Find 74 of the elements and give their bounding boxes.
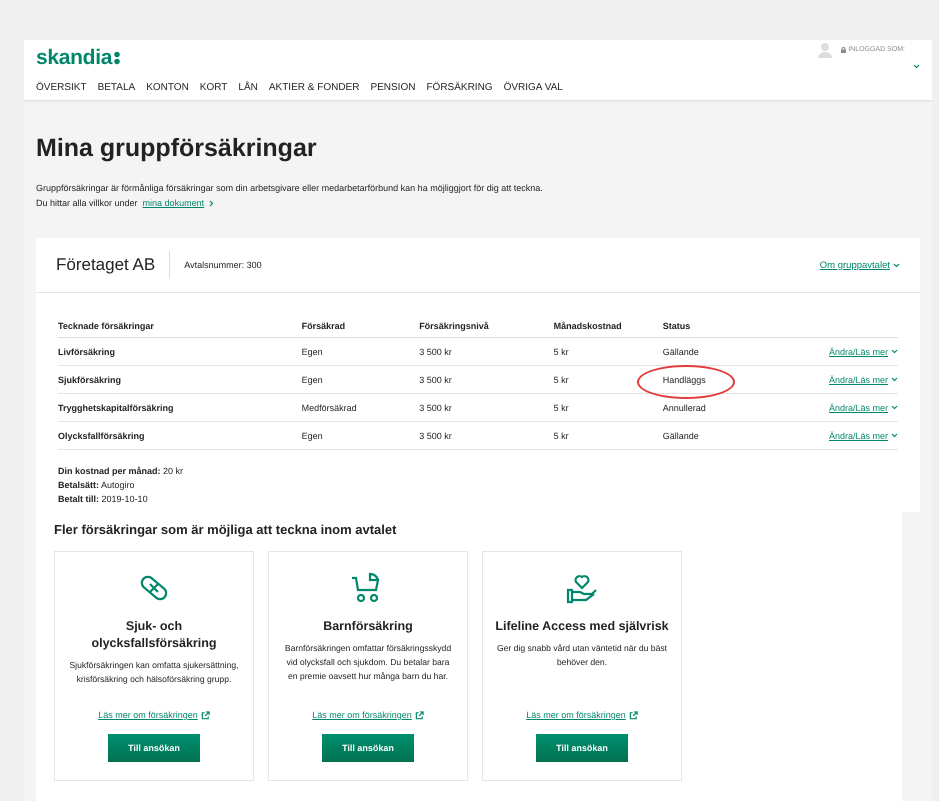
status-text: Gällande [662,430,699,440]
table-cell: 5 kr [554,422,663,450]
summary-line: Betalt till: 2019-10-10 [58,493,149,506]
external-link-icon [200,710,210,720]
lock-icon [841,46,846,52]
status-text: Gällande [662,346,699,356]
read-more-link[interactable]: Läs mer om försäkringen [98,710,210,720]
edit-read-more-link[interactable]: Ändra/Läs mer [828,402,898,412]
skandia-logo[interactable]: skandia [36,46,120,70]
nav-link[interactable]: FÖRSÄKRING [426,82,493,94]
insurance-title: Lifeline Access med självrisk [495,618,669,635]
nav-link[interactable]: PENSION [370,82,416,94]
nav-link[interactable]: AKTIER & FONDER [268,82,360,94]
summary-line: Din kostnad per månad: 20 kr [58,465,184,478]
column-header: Status [662,315,798,338]
summary-line: Betalsätt: Autogiro [58,479,136,492]
apply-button[interactable]: Till ansökan [536,734,628,762]
chevron-down-icon [891,433,898,438]
dropdown-chevron-icon [913,64,920,69]
intro-text: Du hittar alla villkor under [36,198,138,208]
apply-button[interactable]: Till ansökan [108,734,200,762]
column-header: Tecknade försäkringar [58,315,302,338]
table-cell: 5 kr [554,366,663,394]
external-link-icon [628,710,638,720]
table-cell: Medförsäkrad [302,394,420,422]
nav-link[interactable]: KORT [200,82,228,94]
table-cell: Livförsäkring [58,338,302,366]
table-cell: 5 kr [554,394,663,422]
status-text: Annullerad [662,402,706,412]
nav-link[interactable]: ÖVRIGA VAL [504,82,563,94]
chevron-down-icon [891,377,898,382]
apply-button[interactable]: Till ansökan [322,734,414,762]
table-cell: 5 kr [554,338,663,366]
column-header: Försäkringsnivå [419,315,554,338]
chevron-down-icon [891,349,898,354]
table-cell: Egen [302,338,420,366]
nav-link[interactable]: BETALA [98,82,136,94]
edit-read-more-link[interactable]: Ändra/Läs mer [828,374,898,384]
read-more-link[interactable]: Läs mer om försäkringen [526,710,638,720]
table-cell: 3 500 kr [419,422,554,450]
table-cell: 3 500 kr [419,366,554,394]
table-cell: Egen [302,422,420,450]
insurance-description: Barnförsäkringen omfattar försäkringsskydd vid olycksfall och sjukdom. Du betalar bara en premie oavsett hur många barn du har. [284,642,452,683]
table-cell: 3 500 kr [419,338,554,366]
section-title: Fler försäkringar som är möjliga att teckna inom avtalet [54,522,398,537]
chevron-right-icon [209,200,214,206]
insurance-title: Sjuk- och olycksfallsförsäkring [90,618,218,652]
table-cell: Olycksfallförsäkring [58,422,302,450]
external-link-icon [414,710,424,720]
table-cell: 3 500 kr [419,394,554,422]
read-more-link[interactable]: Läs mer om försäkringen [312,710,424,720]
user-avatar-icon [817,42,834,58]
page-title: Mina gruppförsäkringar [36,134,318,163]
nav-link[interactable]: LÅN [238,82,258,94]
documents-link[interactable]: mina dokument [142,198,204,208]
agreement-number: Avtalsnummer: 300 [184,260,263,270]
table-cell: Egen [302,366,420,394]
column-header: Försäkrad [302,315,420,338]
status-text: Handläggs [662,374,706,384]
insurance-description: Sjukförsäkringen kan omfatta sjukersättning, krisförsäkring och hälsoförsäkring grupp. [68,659,240,686]
chevron-down-icon [893,262,900,268]
group-agreement-link[interactable]: Om gruppavtalet [820,260,900,270]
table-cell: Sjukförsäkring [58,366,302,394]
nav-link[interactable]: KONTON [146,82,189,94]
company-name: Företaget AB [56,251,170,279]
edit-read-more-link[interactable]: Ändra/Läs mer [828,430,898,440]
nav-link[interactable]: ÖVERSIKT [36,82,87,94]
intro-text: Gruppförsäkringar är förmånliga försäkringar som din arbetsgivare eller medarbetarförbund kan ha möjliggjort för dig att teckna. [36,183,544,193]
edit-read-more-link[interactable]: Ändra/Läs mer [828,346,898,356]
table-cell: Trygghetskapitalförsäkring [58,394,302,422]
chevron-down-icon [891,405,898,410]
insurance-description: Ger dig snabb vård utan väntetid när du bäst behöver den. [496,642,668,669]
insurance-title: Barnförsäkring [323,618,413,635]
column-header: Månadskostnad [554,315,663,338]
